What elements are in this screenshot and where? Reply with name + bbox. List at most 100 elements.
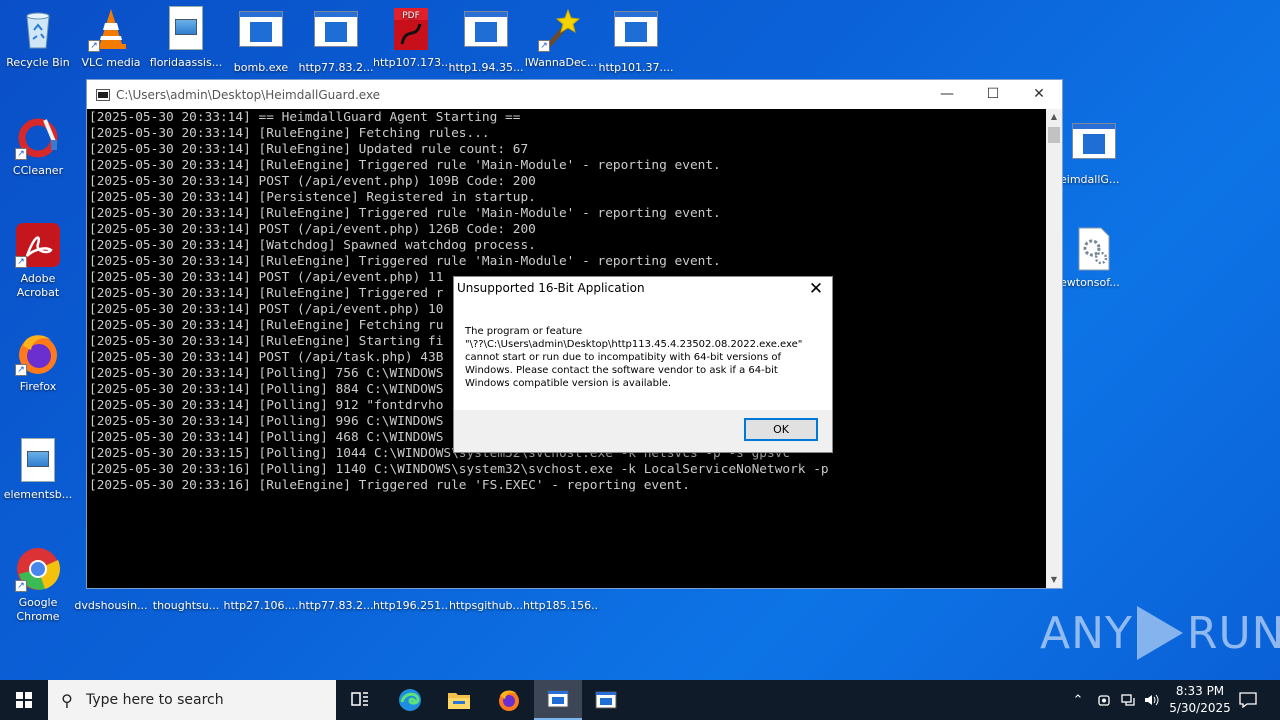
recycle-bin-icon bbox=[15, 6, 61, 52]
taskbar-console-app[interactable] bbox=[534, 680, 582, 720]
console-line: [2025-05-30 20:33:14] [RuleEngine] Trigg… bbox=[89, 158, 721, 173]
clock-time: 8:33 PM bbox=[1175, 684, 1225, 698]
desktop-icon-label: IWannaDec... bbox=[524, 56, 598, 69]
desktop-icon-floridaassis[interactable]: floridaassis... bbox=[148, 6, 224, 70]
desktop-icon-http77-83-2-bottom[interactable]: http77.83.2... bbox=[298, 599, 374, 613]
desktop-icon-http107-173[interactable]: PDF http107.173... bbox=[373, 6, 449, 70]
desktop-icon-label: http27.106.... bbox=[223, 599, 299, 612]
desktop-icon-http1-94-35[interactable]: http1.94.35... bbox=[448, 6, 524, 75]
console-line: [2025-05-30 20:33:14] == HeimdallGuard A… bbox=[89, 110, 521, 125]
desktop-icon-httpsgithub[interactable]: httpsgithub... bbox=[448, 599, 524, 613]
scroll-up-arrow-icon[interactable]: ▲ bbox=[1046, 109, 1062, 125]
scroll-down-arrow-icon[interactable]: ▼ bbox=[1046, 572, 1062, 588]
taskbar-search-box[interactable]: ⚲ Type here to search bbox=[48, 680, 336, 720]
desktop-icon-adobe-acrobat[interactable]: ↗ Adobe Acrobat bbox=[0, 222, 76, 300]
console-app-icon bbox=[96, 88, 110, 101]
console-line: [2025-05-30 20:33:16] [RuleEngine] Trigg… bbox=[89, 478, 690, 493]
scrollbar-thumb[interactable] bbox=[1048, 127, 1060, 143]
console-line: [2025-05-30 20:33:14] [Persistence] Regi… bbox=[89, 190, 536, 205]
desktop-icon-newtonsof[interactable]: ewtonsof... bbox=[1056, 226, 1132, 290]
desktop-icon-http185-156[interactable]: http185.156... bbox=[523, 599, 599, 613]
dialog-message: The program or feature "\??\C:\Users\adm… bbox=[465, 325, 825, 390]
console-scrollbar[interactable]: ▲ ▼ bbox=[1046, 109, 1062, 588]
desktop-icon-label: http107.173... bbox=[373, 56, 449, 69]
dialog-message-line: The program or feature bbox=[465, 326, 583, 337]
desktop-icon-heimdallg[interactable]: eimdallG... bbox=[1056, 118, 1132, 187]
desktop-icon-label: CCleaner bbox=[12, 164, 64, 177]
image-file-icon bbox=[163, 6, 209, 52]
ccleaner-icon: ↗ bbox=[15, 114, 61, 160]
notification-icon bbox=[1239, 692, 1257, 708]
desktop-icon-elementsb[interactable]: elementsb... bbox=[0, 438, 76, 502]
desktop-icon-label: ewtonsof... bbox=[1060, 276, 1120, 289]
console-line: [2025-05-30 20:33:14] POST (/api/event.p… bbox=[89, 174, 536, 189]
pdf-file-icon: PDF bbox=[388, 6, 434, 52]
console-titlebar[interactable]: C:\Users\admin\Desktop\HeimdallGuard.exe… bbox=[87, 80, 1062, 109]
clock-date: 5/30/2025 bbox=[1169, 701, 1231, 715]
taskbar: ⚲ Type here to search ⌃ 8:33 PM 5/30/202… bbox=[0, 680, 1280, 720]
desktop-icon-recycle-bin[interactable]: Recycle Bin bbox=[0, 6, 76, 70]
firefox-icon bbox=[499, 690, 519, 711]
watermark-right-text: RUN bbox=[1186, 607, 1280, 659]
dialog-message-line: cannot start or run due to incompatibity… bbox=[465, 352, 781, 363]
desktop-icon-http101-37[interactable]: http101.37.... bbox=[598, 6, 674, 75]
close-button[interactable]: ✕ bbox=[1016, 80, 1062, 109]
desktop-icon-iwannadec[interactable]: ↗ IWannaDec... bbox=[523, 6, 599, 70]
shortcut-arrow-icon: ↗ bbox=[15, 256, 27, 268]
task-view-button[interactable] bbox=[336, 680, 384, 720]
dialog-close-button[interactable]: ✕ bbox=[806, 278, 826, 300]
taskbar-firefox[interactable] bbox=[485, 680, 533, 720]
console-title: C:\Users\admin\Desktop\HeimdallGuard.exe bbox=[116, 87, 381, 102]
settings-file-icon bbox=[1071, 226, 1117, 272]
minimize-button[interactable]: — bbox=[924, 80, 970, 109]
maximize-button[interactable]: ☐ bbox=[970, 80, 1016, 109]
task-view-icon bbox=[351, 692, 368, 706]
desktop-icon-ccleaner[interactable]: ↗ CCleaner bbox=[0, 114, 76, 178]
firefox-icon: ↗ bbox=[15, 330, 61, 376]
desktop-icon-label: Recycle Bin bbox=[6, 56, 70, 69]
taskbar-clock[interactable]: 8:33 PM 5/30/2025 bbox=[1160, 683, 1240, 717]
start-button[interactable] bbox=[0, 680, 48, 720]
watermark-left-text: ANY bbox=[1040, 607, 1133, 659]
notification-center-button[interactable] bbox=[1232, 680, 1264, 720]
desktop-icon-label: Google Chrome bbox=[16, 596, 60, 623]
console-window-icon bbox=[547, 690, 569, 708]
dialog-footer: OK bbox=[454, 410, 832, 452]
tray-security[interactable] bbox=[1092, 680, 1116, 720]
console-line: [2025-05-30 20:33:14] [RuleEngine] Trigg… bbox=[89, 206, 721, 221]
unsupported-app-dialog[interactable]: Unsupported 16-Bit Application ✕ The pro… bbox=[453, 276, 833, 453]
console-line: [2025-05-30 20:33:14] [RuleEngine] Updat… bbox=[89, 142, 529, 157]
shortcut-arrow-icon: ↗ bbox=[15, 364, 27, 376]
folder-icon bbox=[448, 693, 470, 709]
tray-overflow-button[interactable]: ⌃ bbox=[1066, 680, 1090, 720]
console-line: [2025-05-30 20:33:16] [Polling] 1140 C:\… bbox=[89, 462, 829, 477]
desktop-icon-http196-251[interactable]: http196.251... bbox=[373, 599, 449, 613]
search-placeholder: Type here to search bbox=[86, 692, 224, 708]
dialog-title: Unsupported 16-Bit Application bbox=[457, 281, 645, 295]
console-line: [2025-05-30 20:33:14] [RuleEngine] Fetch… bbox=[89, 126, 490, 141]
chevron-up-icon: ⌃ bbox=[1072, 692, 1084, 708]
tray-network[interactable] bbox=[1116, 680, 1140, 720]
desktop-icon-firefox[interactable]: ↗ Firefox bbox=[0, 330, 76, 394]
exe-file-icon bbox=[613, 11, 659, 57]
taskbar-file-explorer[interactable] bbox=[435, 680, 483, 720]
desktop-icon-dvdshousin[interactable]: dvdshousin... bbox=[73, 599, 149, 613]
ok-button[interactable]: OK bbox=[744, 418, 818, 441]
desktop-icon-http77-83-2-top[interactable]: http77.83.2... bbox=[298, 6, 374, 75]
desktop-icon-vlc-media[interactable]: ↗ VLC media bbox=[73, 6, 149, 70]
desktop-icon-label: http77.83.2... bbox=[298, 61, 374, 74]
shortcut-arrow-icon: ↗ bbox=[15, 580, 27, 592]
magic-wand-icon: ↗ bbox=[538, 6, 584, 52]
exe-file-icon bbox=[463, 11, 509, 57]
taskbar-dialog-app[interactable] bbox=[582, 680, 630, 720]
shortcut-arrow-icon: ↗ bbox=[88, 40, 100, 52]
desktop-icon-http27-106[interactable]: http27.106.... bbox=[223, 599, 299, 613]
desktop-icon-bomb-exe[interactable]: bomb.exe bbox=[223, 6, 299, 75]
exe-file-icon bbox=[238, 11, 284, 57]
desktop-icon-google-chrome[interactable]: ↗ Google Chrome bbox=[0, 546, 76, 624]
desktop-icon-label: Firefox bbox=[19, 380, 57, 393]
desktop-icon-thoughtsu[interactable]: thoughtsu... bbox=[148, 599, 224, 613]
desktop-icon-label: http196.251... bbox=[373, 599, 449, 612]
taskbar-edge[interactable] bbox=[386, 680, 434, 720]
desktop-icon-label: http1.94.35... bbox=[448, 61, 524, 74]
